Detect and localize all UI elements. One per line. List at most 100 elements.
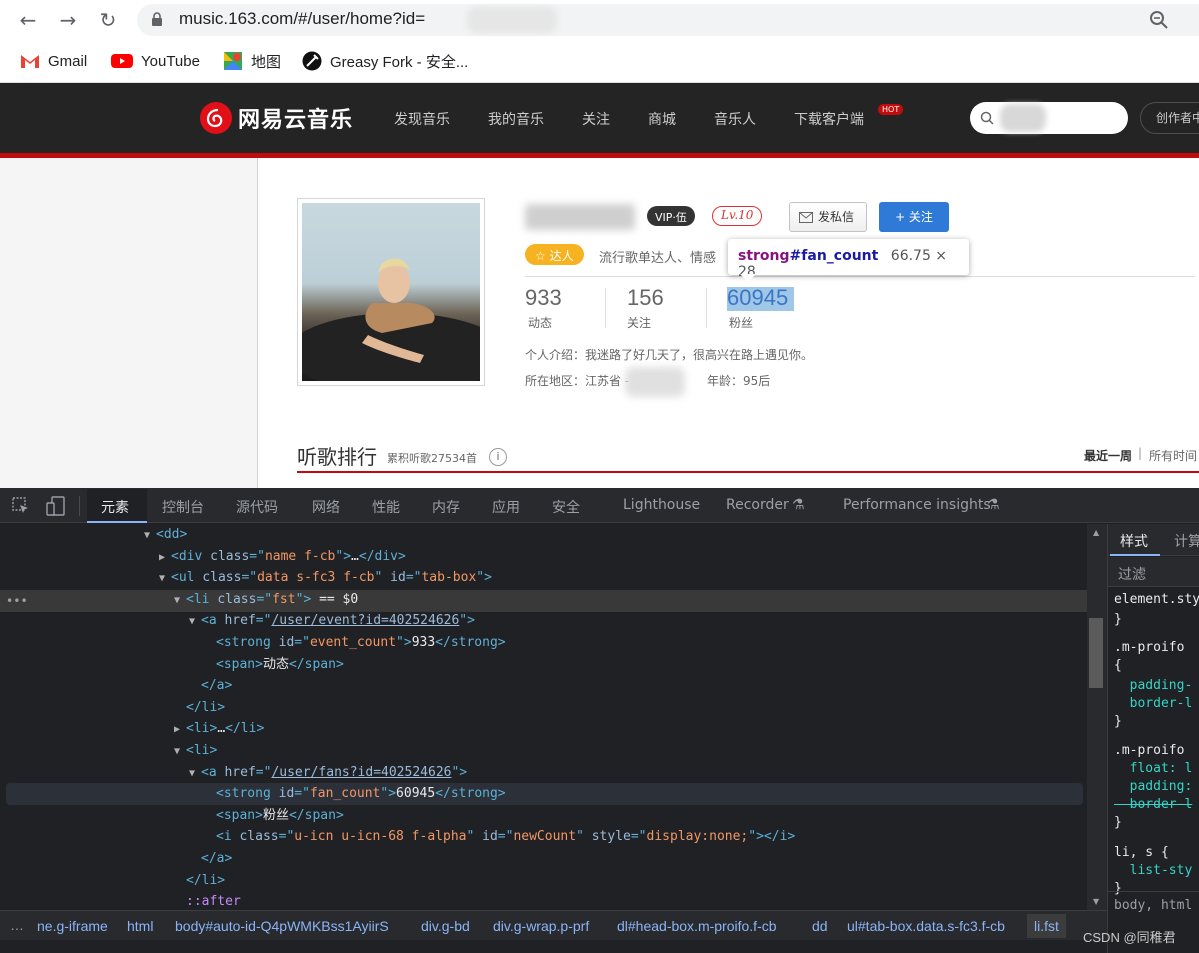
tab-sources[interactable]: 源代码 [236,497,278,517]
dom-node-line[interactable]: </li> [174,697,225,719]
nav-mall[interactable]: 商城 [648,109,676,129]
scroll-up-icon[interactable]: ▲ [1093,528,1099,537]
dom-node-line[interactable]: ▶ <div class="name f-cb">…</div> [159,546,406,568]
level-badge[interactable]: Lv.10 [712,206,763,226]
style-selector[interactable]: { [1114,658,1122,673]
tab-security[interactable]: 安全 [552,497,580,517]
style-property[interactable]: padding- [1114,678,1193,693]
tab-network[interactable]: 网络 [312,497,340,517]
zoom-icon[interactable] [1149,10,1169,30]
breadcrumb-item[interactable]: div.g-bd [421,918,470,934]
device-toolbar-icon[interactable] [46,496,66,516]
style-selector[interactable]: } [1114,815,1122,830]
nav-my-music[interactable]: 我的音乐 [488,109,544,129]
scroll-down-icon[interactable]: ▼ [1093,897,1099,906]
vip-badge[interactable]: VIP·伍 [647,206,695,226]
search-input[interactable] [970,102,1128,134]
row-menu-dots-icon[interactable]: ••• [6,590,28,612]
style-property[interactable]: border-l [1114,696,1193,711]
nav-discover[interactable]: 发现音乐 [394,109,450,129]
tab-styles[interactable]: 样式 [1120,531,1148,551]
site-logo[interactable]: 网易云音乐 [200,102,353,134]
breadcrumb-overflow-icon[interactable]: … [10,917,24,933]
nav-download[interactable]: 下载客户端 [794,109,864,129]
breadcrumb-item[interactable]: div.g-wrap.p-prf [493,918,589,934]
address-bar[interactable]: music.163.com/#/user/home?id= [137,4,1199,36]
dom-node-line[interactable]: ▼ <dd> [144,524,187,546]
tab-memory[interactable]: 内存 [432,497,460,517]
dom-node-line[interactable]: <strong id="event_count">933</strong> [204,632,506,654]
tab-recorder[interactable]: Recorder [726,497,789,513]
style-selector[interactable]: element.sty [1114,592,1199,607]
style-selector[interactable]: .m-proifo [1114,640,1184,655]
collapse-triangle-icon[interactable]: ▼ [174,590,186,612]
dom-node-line[interactable]: <i class="u-icn u-icn-68 f-alpha" id="ne… [204,826,795,848]
style-selector[interactable]: } [1114,881,1122,896]
inspect-element-icon[interactable] [12,497,30,515]
reload-icon[interactable]: ↻ [96,8,120,32]
dom-node-line[interactable]: </li> [174,870,225,892]
expand-triangle-icon[interactable]: ▶ [174,719,186,741]
tab-performance-insights[interactable]: Performance insights [843,497,991,513]
style-property[interactable]: float: l [1114,761,1193,776]
dom-node-line[interactable]: <span>动态</span> [204,654,344,676]
dom-node-line[interactable]: ▼ <ul class="data s-fc3 f-cb" id="tab-box… [159,567,492,589]
follow-count[interactable]: 156 [627,285,664,311]
tab-recent-week[interactable]: 最近一周 [1084,447,1132,464]
nav-follow[interactable]: 关注 [582,109,610,129]
follow-button[interactable]: + 关注 [879,202,949,232]
dom-node-line[interactable]: ▼ <a href="/user/event?id=402524626"> [189,610,475,632]
tab-lighthouse[interactable]: Lighthouse [623,497,700,513]
fan-count[interactable]: 60945 [727,285,788,311]
tab-all-time[interactable]: 所有时间 [1149,447,1197,464]
expand-triangle-icon[interactable]: ▶ [159,547,171,569]
dom-node-line[interactable]: </a> [189,848,232,870]
forward-arrow-icon[interactable]: → [56,8,80,32]
breadcrumb-item[interactable]: html [127,918,153,934]
tab-computed[interactable]: 计算 [1174,531,1199,551]
send-message-button[interactable]: 发私信 [789,202,867,232]
breadcrumb-item[interactable]: body#auto-id-Q4pWMKBss1AyiirS [175,918,389,934]
dom-node-line[interactable]: </a> [189,675,232,697]
collapse-triangle-icon[interactable]: ▼ [159,568,171,590]
back-arrow-icon[interactable]: ← [16,8,40,32]
dom-node-line[interactable]: ▼ <li class="fst"> == $0 [174,589,358,611]
dom-scrollbar-thumb[interactable] [1089,618,1103,688]
dom-node-line[interactable]: <strong id="fan_count">60945</strong> [204,783,506,805]
style-selector[interactable]: } [1114,714,1122,729]
dom-scrollbar[interactable]: ▲ ▼ [1087,524,1107,910]
style-selector[interactable]: } [1114,612,1122,627]
dom-node-line[interactable]: <span>粉丝</span> [204,805,344,827]
collapse-triangle-icon[interactable]: ▼ [174,741,186,763]
style-selector[interactable]: .m-proifo [1114,743,1184,758]
breadcrumb-item[interactable]: dd [812,918,828,934]
breadcrumb-item[interactable]: ne.g-iframe [37,918,108,934]
follow-label[interactable]: 关注 [627,314,651,331]
dom-node-line[interactable]: ▶ <li>…</li> [174,718,264,740]
event-count[interactable]: 933 [525,285,562,311]
tab-performance[interactable]: 性能 [372,497,400,517]
style-property[interactable]: padding: [1114,779,1193,794]
bookmark-gmail[interactable]: Gmail [20,50,87,72]
fan-label[interactable]: 粉丝 [729,314,753,331]
event-label[interactable]: 动态 [528,314,552,331]
info-icon[interactable]: i [489,448,507,466]
style-property[interactable]: border-l [1114,797,1193,812]
collapse-triangle-icon[interactable]: ▼ [144,525,156,547]
dom-tree[interactable]: ••• ▼ <dd> ▶ <div class="name f-cb">…</div>… [0,524,1087,910]
collapse-triangle-icon[interactable]: ▼ [189,763,201,785]
dom-node-line[interactable]: ▼ <a href="/user/fans?id=402524626"> [189,762,467,784]
tab-console[interactable]: 控制台 [162,497,204,517]
breadcrumb-item-active[interactable]: li.fst [1027,914,1066,938]
avatar[interactable] [297,198,485,386]
style-selector[interactable]: li, s { [1114,845,1169,860]
bookmark-maps[interactable]: 地图 [223,50,281,72]
tab-elements[interactable]: 元素 [101,497,129,517]
style-property[interactable]: list-sty [1114,863,1193,878]
nav-musician[interactable]: 音乐人 [714,109,756,129]
bookmark-greasyfork[interactable]: Greasy Fork - 安全... [302,50,468,72]
breadcrumb-item[interactable]: ul#tab-box.data.s-fc3.f-cb [847,918,1005,934]
dom-node-line[interactable]: ▼ <li> [174,740,217,762]
collapse-triangle-icon[interactable]: ▼ [189,611,201,633]
tab-application[interactable]: 应用 [492,497,520,517]
